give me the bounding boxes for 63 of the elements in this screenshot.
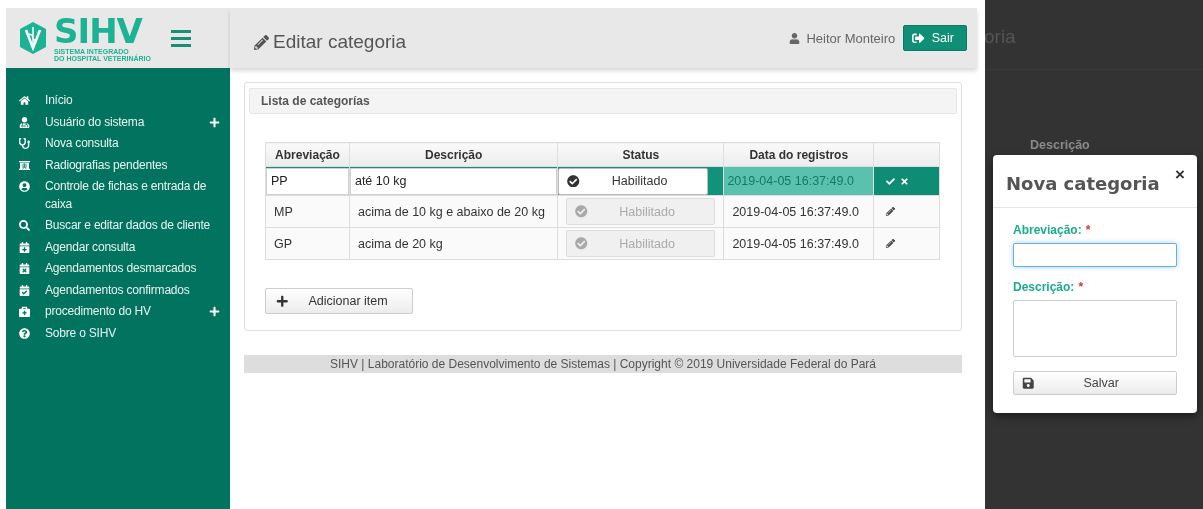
- field-label: Abreviação: *: [1013, 223, 1092, 237]
- column-header: Descrição: [1030, 138, 1090, 152]
- description-field[interactable]: até 10 kg: [349, 167, 558, 195]
- sidebar-item[interactable]: Radiografias pendentes: [6, 154, 230, 176]
- search-icon: [19, 220, 30, 232]
- sidebar-item[interactable]: Agendamentos confirmados: [6, 279, 230, 301]
- pencil-icon[interactable]: [886, 206, 896, 216]
- sidebar-item[interactable]: Buscar e editar dados de cliente: [6, 215, 230, 237]
- user-icon: [19, 116, 30, 128]
- column-header: Abreviação: [265, 142, 350, 167]
- sidebar-item[interactable]: Controle de fichas e entrada de caixa: [6, 176, 230, 215]
- question-icon: [19, 327, 30, 339]
- table-cell: MP: [274, 204, 293, 219]
- sidebar-item[interactable]: Usuário do sistema: [6, 111, 230, 133]
- modal-title: Nova categoria: [1006, 172, 1161, 194]
- save-icon: [1022, 376, 1035, 390]
- table-cell: 2019-04-05 16:37:49.0: [732, 236, 859, 251]
- medkit-icon: [19, 306, 30, 318]
- home-icon: [19, 95, 30, 107]
- footer: SIHV | Laboratório de Desenvolvimento de Sistemas | Copyright © 2019 Universidade Federal do Pará: [244, 355, 962, 373]
- page-title: Editar categoria: [273, 31, 407, 53]
- stethoscope-icon: [19, 138, 30, 150]
- plus-icon: [276, 294, 289, 308]
- add-item-button[interactable]: Adicionar item: [265, 288, 413, 314]
- description-field[interactable]: [1013, 300, 1177, 357]
- user-name: Heitor Monteiro: [806, 30, 896, 46]
- menu-button[interactable]: [171, 29, 191, 47]
- save-button[interactable]: Salvar: [1013, 371, 1177, 395]
- sign-out-icon: [912, 31, 925, 45]
- xray-icon: [19, 159, 30, 171]
- logout-button[interactable]: Sair: [903, 25, 967, 51]
- abbreviation-field[interactable]: PP: [266, 167, 349, 195]
- table-row[interactable]: PP até 10 kg Habilitado 2019-04-05 16:37:49.0: [265, 166, 940, 196]
- column-header: Data do registros: [723, 142, 874, 167]
- panel-title: Lista de categorías: [249, 88, 957, 114]
- sidebar-item[interactable]: Sobre o SIHV: [6, 322, 230, 344]
- table-cell: 2019-04-05 16:37:49.0: [732, 204, 859, 219]
- user-icon: [789, 32, 801, 44]
- logo-icon: [18, 21, 48, 55]
- close-button[interactable]: ×: [1175, 165, 1185, 185]
- table-cell: acima de 20 kg: [357, 236, 443, 251]
- sidebar-item[interactable]: Início: [6, 90, 230, 112]
- calendar-x-icon: [19, 263, 30, 275]
- sidebar-item[interactable]: Nova consulta: [6, 133, 230, 155]
- status-button[interactable]: Habilitado: [558, 167, 709, 195]
- sidebar-item[interactable]: Agendamentos desmarcados: [6, 258, 230, 280]
- sidebar-item[interactable]: Agendar consulta: [6, 236, 230, 258]
- column-header: Status: [557, 142, 724, 167]
- pencil-icon[interactable]: [886, 238, 896, 248]
- user-icon: [19, 181, 30, 193]
- close-icon[interactable]: [900, 176, 910, 186]
- table-cell: acima de 10 kg e abaixo de 20 kg: [357, 204, 545, 219]
- column-header: Descrição: [349, 142, 558, 167]
- sidebar-item[interactable]: procedimento do HV: [6, 301, 230, 323]
- table-cell-text: 2019-04-05 16:37:49.0: [726, 174, 854, 188]
- pencil-icon: [254, 34, 269, 50]
- abbreviation-field[interactable]: [1013, 243, 1177, 267]
- calendar-check-icon: [19, 284, 30, 296]
- calendar-plus-icon: [19, 241, 30, 253]
- field-label: Descrição: *: [1013, 280, 1085, 294]
- logo-title: SIHV: [54, 14, 144, 48]
- check-icon[interactable]: [886, 176, 896, 186]
- table-cell: GP: [274, 236, 293, 251]
